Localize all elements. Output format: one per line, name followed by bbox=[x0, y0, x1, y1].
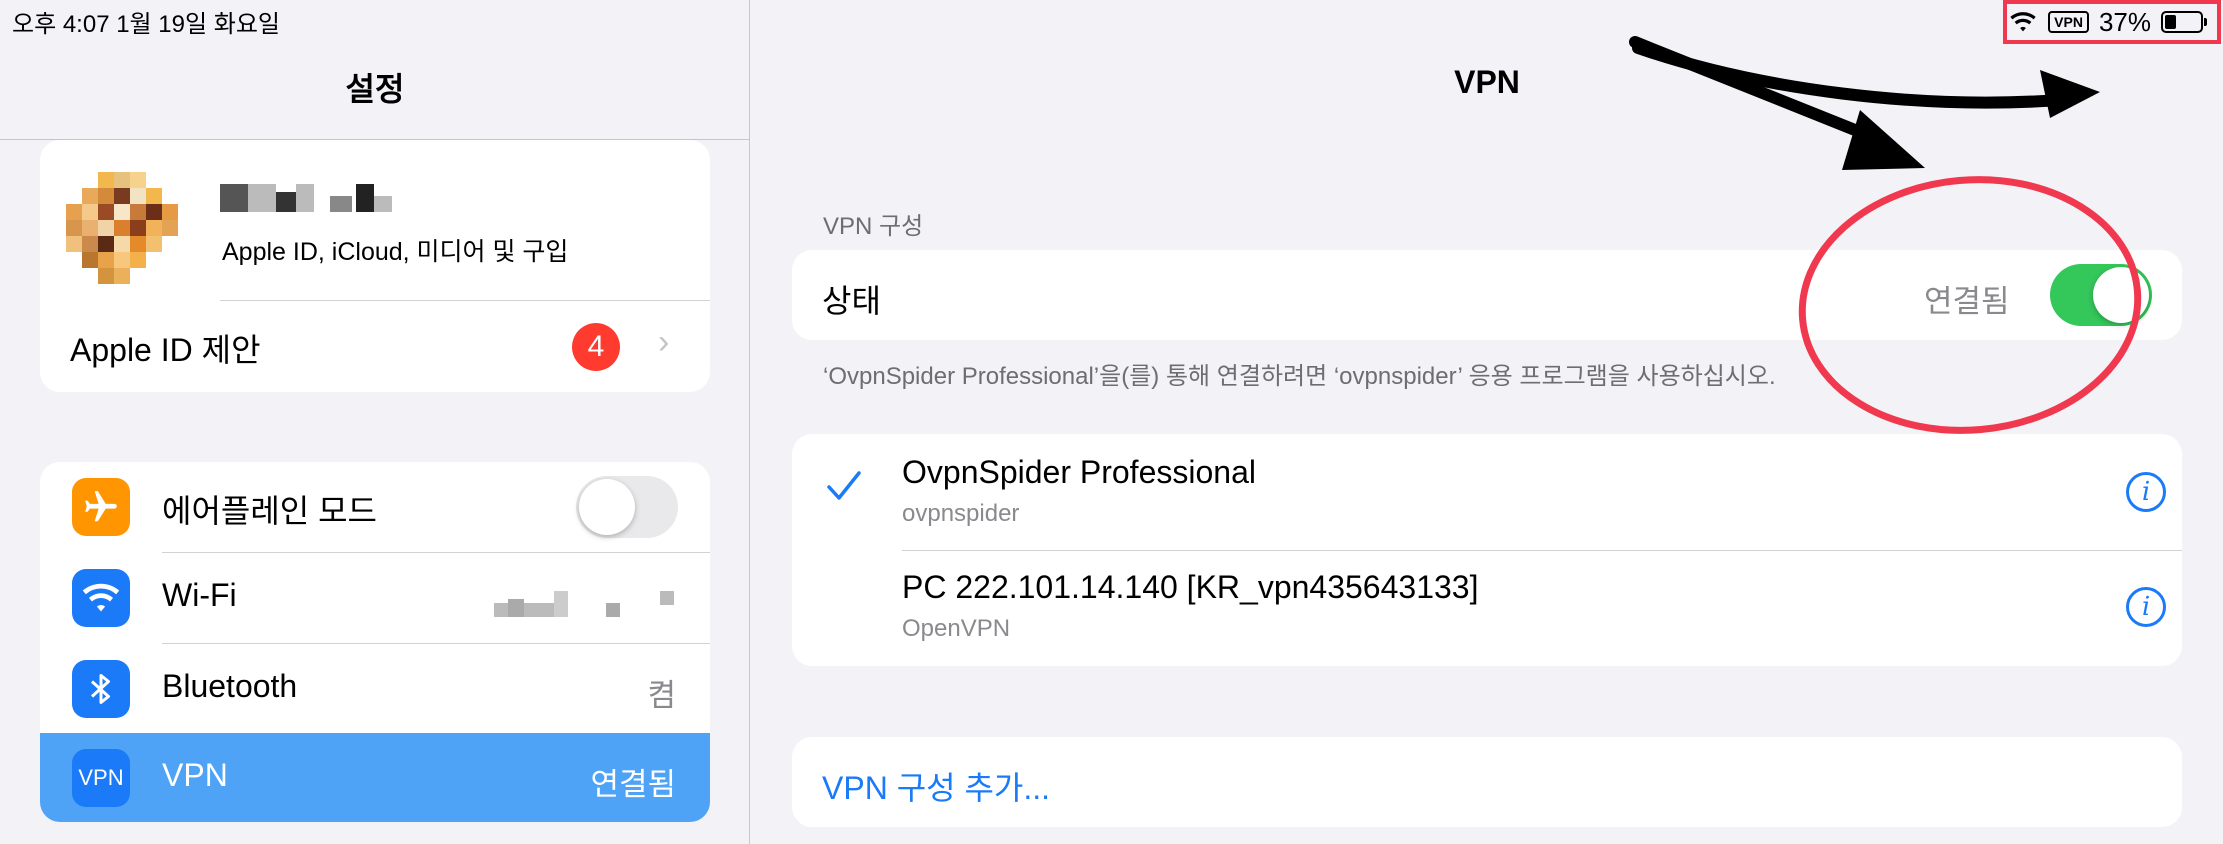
apple-id-suggestions-row[interactable]: Apple ID 제안 4 › bbox=[40, 301, 710, 392]
airplane-mode-toggle[interactable] bbox=[576, 476, 678, 538]
vpn-footnote: ‘OvpnSpider Professional’을(를) 통해 연결하려면 ‘… bbox=[823, 363, 1776, 390]
status-value: 연결됨 bbox=[1924, 284, 2010, 319]
vpn-config-type: ovpnspider bbox=[902, 500, 1020, 527]
vpn-config-list: OvpnSpider Professional ovpnspider i PC … bbox=[792, 434, 2182, 666]
add-vpn-config-button[interactable]: VPN 구성 추가... bbox=[822, 763, 1050, 809]
page-title: VPN bbox=[1454, 64, 1520, 100]
vpn-status-toggle[interactable] bbox=[2050, 264, 2152, 326]
vpn-config-item[interactable]: PC 222.101.14.140 [KR_vpn435643133] Open… bbox=[792, 551, 2182, 666]
sidebar-item-label: 에어플레인 모드 bbox=[162, 493, 377, 529]
sidebar-item-vpn[interactable]: VPN VPN 연결됨 bbox=[40, 733, 710, 822]
sidebar-item-label: Wi-Fi bbox=[162, 577, 237, 613]
vpn-config-item[interactable]: OvpnSpider Professional ovpnspider i bbox=[792, 434, 2182, 550]
wifi-icon bbox=[72, 569, 130, 627]
profile-card: Apple ID, iCloud, 미디어 및 구입 Apple ID 제안 4… bbox=[40, 140, 710, 392]
sidebar-item-label: Bluetooth bbox=[162, 668, 298, 704]
vpn-config-type: OpenVPN bbox=[902, 615, 1011, 642]
apple-id-profile-row[interactable]: Apple ID, iCloud, 미디어 및 구입 bbox=[40, 140, 710, 300]
avatar bbox=[66, 156, 194, 284]
vpn-status-card: 상태 연결됨 bbox=[792, 250, 2182, 340]
info-icon[interactable]: i bbox=[2126, 472, 2166, 512]
sidebar-item-wifi[interactable]: Wi-Fi bbox=[40, 553, 710, 643]
redacted-name bbox=[220, 184, 248, 212]
vpn-config-name: OvpnSpider Professional bbox=[902, 454, 1256, 490]
sidebar-item-bluetooth[interactable]: Bluetooth 켬 bbox=[40, 644, 710, 733]
sidebar-item-airplane-mode[interactable]: 에어플레인 모드 bbox=[40, 462, 710, 552]
info-icon[interactable]: i bbox=[2126, 587, 2166, 627]
chevron-right-icon: › bbox=[658, 323, 670, 361]
checkmark-icon bbox=[826, 470, 862, 507]
bluetooth-status: 켬 bbox=[647, 678, 676, 713]
annotation-highlight-box bbox=[2003, 0, 2221, 44]
vpn-config-section-header: VPN 구성 bbox=[823, 213, 924, 240]
notification-badge: 4 bbox=[572, 323, 620, 371]
sidebar-title: 설정 bbox=[345, 71, 405, 107]
sidebar-item-label: VPN bbox=[162, 757, 228, 793]
status-label: 상태 bbox=[822, 283, 881, 319]
airplane-icon bbox=[72, 478, 130, 536]
bluetooth-icon bbox=[72, 660, 130, 718]
settings-list: 에어플레인 모드 Wi-Fi Bluetooth 켬 VPN VPN 연결됨 bbox=[40, 462, 710, 822]
vpn-status: 연결됨 bbox=[590, 767, 676, 802]
status-time-date: 오후 4:07 1월 19일 화요일 bbox=[12, 11, 280, 38]
apple-id-suggestions-label: Apple ID 제안 bbox=[70, 332, 261, 368]
vpn-icon: VPN bbox=[72, 749, 130, 807]
add-vpn-config-card: VPN 구성 추가... bbox=[792, 737, 2182, 827]
redacted-network-name bbox=[494, 603, 508, 617]
apple-id-subtitle: Apple ID, iCloud, 미디어 및 구입 bbox=[222, 238, 569, 266]
vpn-config-name: PC 222.101.14.140 [KR_vpn435643133] bbox=[902, 569, 1479, 605]
